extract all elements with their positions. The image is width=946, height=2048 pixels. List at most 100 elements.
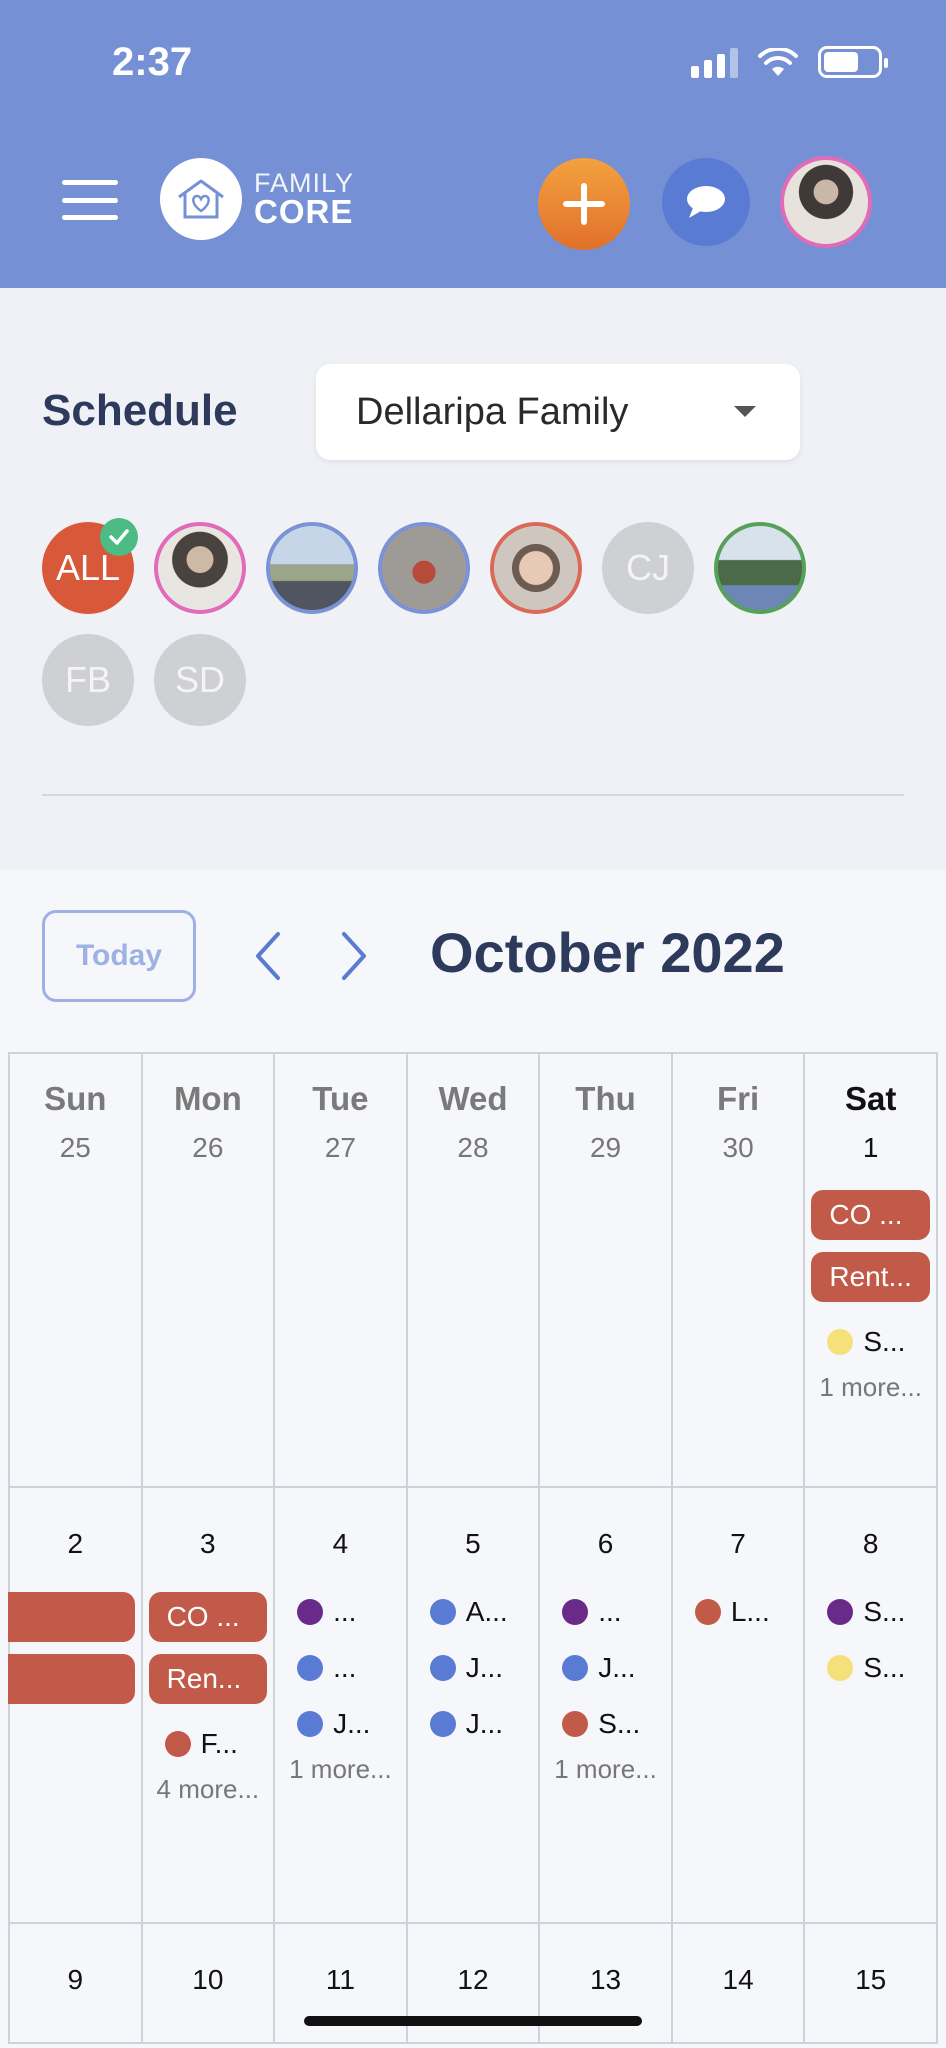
event-bar[interactable]: Rent... — [811, 1252, 930, 1302]
chevron-right-icon[interactable] — [336, 930, 372, 982]
event-item[interactable]: J... — [275, 1708, 406, 1740]
day-name: Mon — [173, 1080, 242, 1117]
chat-bubble-icon — [687, 186, 725, 218]
event-item[interactable]: L... — [673, 1596, 804, 1628]
logo-line2: CORE — [254, 193, 354, 231]
member-avatar-5[interactable] — [714, 522, 806, 614]
event-dot — [164, 1731, 191, 1757]
status-icons — [691, 46, 888, 78]
member-label: CJ — [626, 547, 670, 588]
date-number: 13 — [589, 1964, 622, 1995]
event-item[interactable]: J... — [408, 1652, 539, 1684]
more-events-link[interactable]: 1 more... — [805, 1372, 936, 1403]
day-cell[interactable]: Fri 30 — [670, 1052, 806, 1488]
date-number: 1 — [862, 1132, 879, 1163]
member-avatar-3[interactable] — [378, 522, 470, 614]
event-bar[interactable]: CO ... — [811, 1190, 930, 1240]
family-core-logo[interactable]: FAMILY CORE — [160, 158, 354, 240]
add-button[interactable] — [538, 158, 630, 250]
member-label: SD — [174, 659, 225, 700]
event-label: S... — [863, 1652, 906, 1683]
day-name: Sun — [44, 1080, 107, 1117]
event-item[interactable]: S... — [540, 1708, 671, 1740]
more-events-link[interactable]: 1 more... — [275, 1754, 406, 1785]
day-cell[interactable]: 15 — [803, 1922, 938, 2044]
day-cell[interactable]: 5 A... J... J... — [405, 1486, 541, 1924]
day-cell[interactable]: 10 — [140, 1922, 276, 2044]
event-item[interactable]: J... — [540, 1652, 671, 1684]
check-icon — [100, 518, 138, 556]
event-item[interactable]: S... — [805, 1326, 936, 1358]
month-title: October 2022 — [430, 921, 785, 984]
home-indicator — [304, 2016, 642, 2026]
event-item[interactable]: F... — [143, 1728, 274, 1760]
chevron-left-icon[interactable] — [250, 930, 286, 982]
event-label: S... — [863, 1596, 906, 1627]
member-avatar-4[interactable] — [490, 522, 582, 614]
date-number: 3 — [200, 1528, 216, 1559]
day-cell[interactable]: Mon 26 — [140, 1052, 276, 1488]
day-cell[interactable]: Sun 25 — [8, 1052, 143, 1488]
day-cell[interactable]: 3 CO ... Ren... F... 4 more... — [140, 1486, 276, 1924]
day-cell[interactable]: 4 ... ... J... 1 more... — [273, 1486, 408, 1924]
user-avatar[interactable] — [780, 156, 872, 248]
family-dropdown[interactable]: Dellaripa Family — [316, 364, 800, 460]
date-number: 5 — [465, 1528, 481, 1559]
divider — [42, 794, 904, 796]
day-cell[interactable]: 14 — [670, 1922, 806, 2044]
date-number: 30 — [722, 1132, 754, 1163]
date-number: 27 — [324, 1132, 356, 1163]
date-number: 6 — [597, 1528, 614, 1559]
member-all[interactable]: ALL — [42, 518, 138, 614]
member-avatar-1[interactable] — [154, 522, 246, 614]
day-cell[interactable]: Sat 1 CO ... Rent... S... 1 more... — [803, 1052, 938, 1488]
event-label: J... — [333, 1708, 371, 1739]
hamburger-menu-icon[interactable] — [62, 180, 118, 220]
more-events-link[interactable]: 1 more... — [540, 1754, 671, 1785]
event-dot — [297, 1711, 324, 1737]
event-dot — [297, 1599, 324, 1625]
member-sd[interactable]: SD — [154, 634, 246, 726]
day-cell[interactable]: Wed 28 — [405, 1052, 541, 1488]
more-events-link[interactable]: 4 more... — [143, 1774, 274, 1805]
day-cell[interactable]: 7 L... — [670, 1486, 806, 1924]
day-cell[interactable]: 2 — [8, 1486, 143, 1924]
event-bar-continued[interactable] — [8, 1654, 135, 1704]
member-fb[interactable]: FB — [42, 634, 134, 726]
member-avatar-2[interactable] — [266, 522, 358, 614]
battery-icon — [818, 46, 888, 78]
cellular-signal-icon — [691, 48, 738, 78]
event-bar[interactable]: CO ... — [148, 1592, 268, 1642]
date-number: 14 — [722, 1964, 754, 1995]
day-cell[interactable]: 8 S... S... — [803, 1486, 938, 1924]
event-bar[interactable]: Ren... — [148, 1654, 268, 1704]
day-cell[interactable]: 6 ... J... S... 1 more... — [538, 1486, 673, 1924]
event-item[interactable]: S... — [805, 1596, 936, 1628]
event-dot — [694, 1599, 721, 1625]
event-dot — [429, 1655, 456, 1681]
status-time: 2:37 — [112, 40, 193, 84]
event-dot — [562, 1599, 589, 1625]
date-number: 11 — [325, 1964, 355, 1995]
event-label: ... — [598, 1596, 622, 1627]
event-label: S... — [863, 1326, 906, 1357]
day-cell[interactable]: 9 — [8, 1922, 143, 2044]
day-cell[interactable]: Thu 29 — [538, 1052, 673, 1488]
member-cj[interactable]: CJ — [602, 522, 694, 614]
event-item[interactable]: ... — [540, 1596, 671, 1628]
event-item[interactable]: J... — [408, 1708, 539, 1740]
event-item[interactable]: ... — [275, 1652, 406, 1684]
today-button[interactable]: Today — [42, 910, 196, 1002]
schedule-title: Schedule — [42, 386, 238, 435]
day-name: Thu — [575, 1080, 636, 1117]
event-label: ... — [333, 1652, 357, 1683]
day-cell[interactable]: Tue 27 — [273, 1052, 408, 1488]
event-label: F... — [200, 1728, 238, 1759]
event-item[interactable]: ... — [275, 1596, 406, 1628]
event-label: L... — [730, 1596, 770, 1627]
chat-button[interactable] — [662, 158, 750, 246]
event-bar-continued[interactable] — [8, 1592, 135, 1642]
event-item[interactable]: S... — [805, 1652, 936, 1684]
logo-line1: FAMILY — [254, 167, 355, 198]
event-item[interactable]: A... — [408, 1596, 539, 1628]
